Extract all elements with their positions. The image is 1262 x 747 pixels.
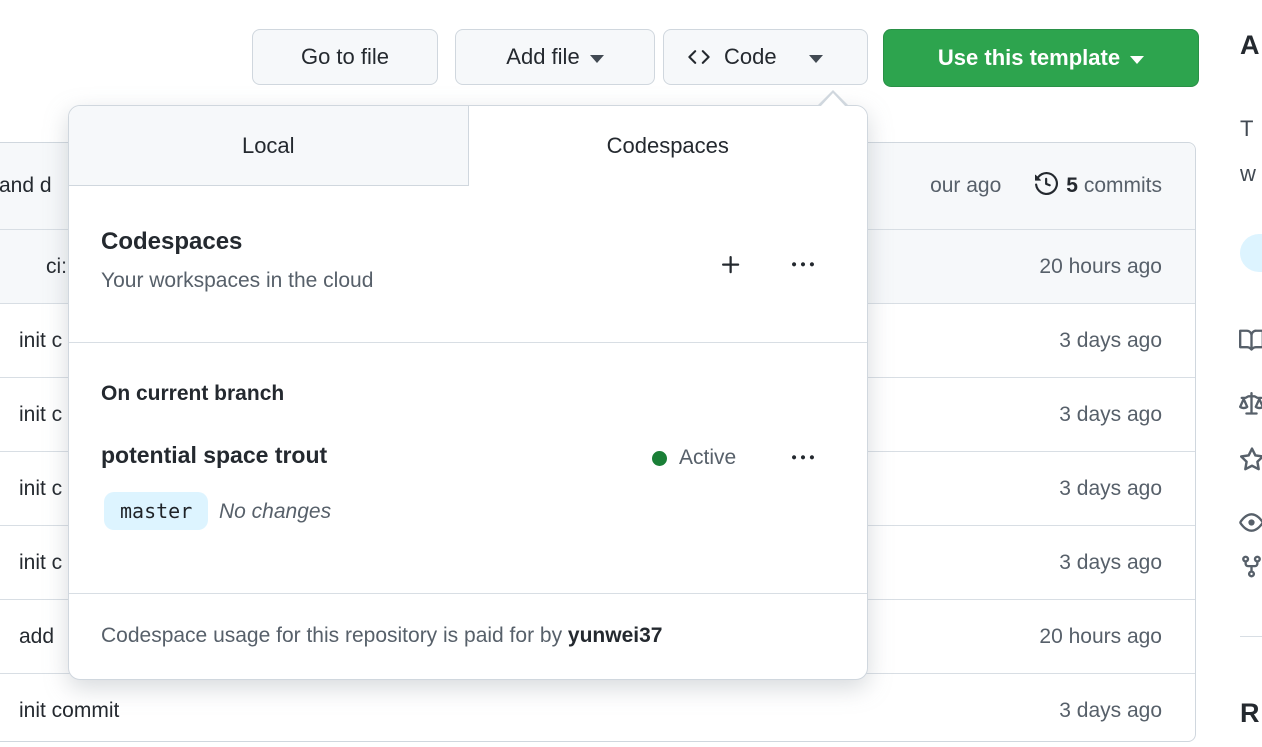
commit-message[interactable]: init commit (19, 699, 119, 723)
chevron-down-icon (808, 54, 823, 63)
commit-message[interactable]: add (19, 625, 54, 649)
commit-message[interactable]: and d (0, 174, 52, 198)
code-button[interactable]: Code (663, 29, 868, 85)
commit-message[interactable]: init c (19, 403, 62, 427)
usage-text: Codespace usage for this repository is p… (101, 624, 568, 647)
code-label: Code (724, 44, 777, 69)
tab-local-label: Local (241, 132, 295, 158)
go-to-file-button[interactable]: Go to file (252, 29, 438, 85)
chevron-down-icon (1130, 55, 1145, 64)
commit-time: 3 days ago (1059, 476, 1162, 500)
code-dropdown-panel: Local Codespaces Codespaces Your workspa… (68, 105, 868, 680)
commit-time: our ago (930, 174, 1002, 197)
tab-codespaces-label: Codespaces (606, 133, 729, 158)
codespaces-subtitle: Your workspaces in the cloud (101, 269, 374, 292)
star-icon (1239, 447, 1262, 478)
eye-watchers-icon (1239, 510, 1262, 540)
readme-book-icon (1239, 328, 1262, 358)
tab-local[interactable]: Local (69, 106, 469, 186)
commits-count: 5 (1066, 174, 1078, 197)
releases-heading: R (1240, 698, 1260, 728)
license-law-icon (1239, 392, 1262, 422)
branch-badge: master (104, 492, 209, 530)
sidebar-divider (1240, 636, 1262, 637)
kebab-horizontal-icon (792, 262, 814, 267)
commit-time: 3 days ago (1059, 402, 1162, 426)
use-this-template-button[interactable]: Use this template (883, 29, 1199, 87)
status-label: Active (679, 446, 737, 469)
go-to-file-label: Go to file (300, 44, 390, 69)
commit-message[interactable]: init c (19, 551, 62, 575)
dropdown-tabs: Local Codespaces (69, 106, 867, 186)
codespaces-title: Codespaces (101, 228, 243, 255)
kebab-horizontal-icon (792, 455, 814, 460)
commit-time: 20 hours ago (1039, 254, 1162, 278)
commit-message[interactable]: init c (19, 329, 62, 353)
tab-codespaces[interactable]: Codespaces (468, 106, 867, 186)
on-current-branch-heading: On current branch (101, 382, 285, 405)
active-status-dot-icon (652, 450, 667, 466)
about-heading: A (1240, 30, 1260, 60)
commit-time: 20 hours ago (1039, 624, 1162, 648)
code-icon (688, 46, 710, 68)
history-clock-icon (1035, 171, 1059, 201)
fork-icon (1239, 554, 1262, 584)
about-description-line: w (1240, 161, 1256, 186)
codespace-item-kebab-button[interactable] (785, 440, 821, 476)
commits-link[interactable]: 5 commits (1035, 171, 1162, 201)
commit-time: 3 days ago (1059, 328, 1162, 352)
dropdown-notch (820, 93, 846, 107)
commit-message[interactable]: init c (19, 477, 62, 501)
owner-link[interactable]: yunwei37 (568, 624, 663, 647)
branch-name: master (120, 499, 193, 523)
changes-status-label: No changes (219, 500, 332, 523)
add-file-label: Add file (506, 44, 580, 69)
section-divider (69, 342, 867, 343)
topic-tag[interactable] (1240, 234, 1262, 272)
codespace-usage-footer: Codespace usage for this repository is p… (101, 624, 662, 648)
codespace-name-link[interactable]: potential space trout (101, 442, 327, 469)
chevron-down-icon (589, 54, 604, 63)
section-divider (69, 593, 867, 594)
codespace-status: Active (652, 446, 736, 470)
table-row[interactable]: init commit 3 days ago (0, 673, 1195, 747)
commit-time: 3 days ago (1059, 698, 1162, 722)
plus-icon (722, 256, 740, 274)
commits-label: commits (1083, 174, 1162, 197)
new-codespace-plus-button[interactable] (713, 247, 749, 283)
codespaces-options-kebab-button[interactable] (785, 247, 821, 283)
about-description-line: T (1240, 116, 1254, 141)
commit-time: 3 days ago (1059, 550, 1162, 574)
add-file-button[interactable]: Add file (455, 29, 655, 85)
use-this-template-label: Use this template (937, 45, 1121, 70)
